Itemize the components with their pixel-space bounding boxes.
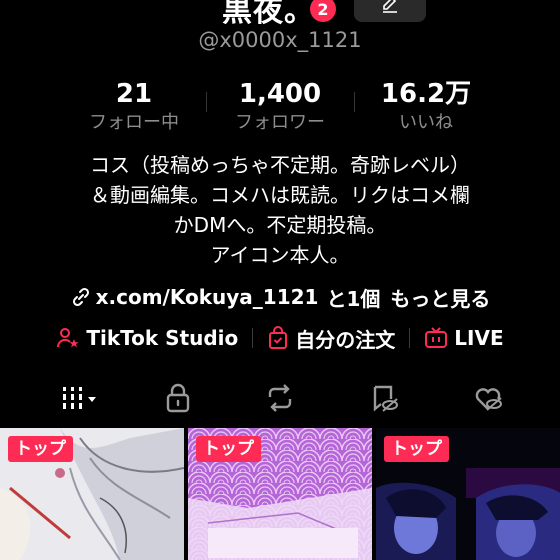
video-thumbnail[interactable]: トップ	[376, 428, 560, 560]
see-more-link[interactable]: もっと見る	[390, 283, 490, 312]
action-label: LIVE	[454, 326, 504, 350]
lock-icon	[166, 383, 190, 413]
display-name: 黒夜。	[222, 0, 315, 29]
bio-line: コス（投稿めっちゃ不定期。奇跡レベル）	[90, 153, 470, 177]
stat-value: 1,400	[238, 79, 322, 109]
stat-label: いいね	[399, 112, 453, 133]
stat-followers[interactable]: 1,400 フォロワー	[210, 78, 350, 136]
tiktok-studio-button[interactable]: TikTok Studio	[56, 326, 238, 350]
video-thumbnail[interactable]: トップ	[188, 428, 372, 560]
notification-badge[interactable]: 2	[310, 0, 336, 22]
bio-line: アイコン本人。	[210, 243, 350, 267]
profile-actions: TikTok Studio 自分の注文 LIVE	[0, 322, 560, 354]
video-thumbnail[interactable]: トップ	[0, 428, 184, 560]
stat-following[interactable]: 21 フォロー中	[64, 78, 204, 136]
tab-reposts[interactable]	[224, 378, 336, 418]
heart-eye-off-icon	[475, 388, 502, 411]
content-tabs	[0, 378, 560, 418]
link-icon	[72, 287, 89, 307]
divider	[409, 328, 411, 348]
top-badge: トップ	[8, 436, 73, 462]
tab-videos[interactable]	[24, 378, 136, 418]
tab-saved[interactable]	[328, 378, 440, 418]
tv-icon	[425, 327, 448, 348]
stat-label: フォロワー	[235, 112, 325, 133]
divider	[206, 92, 207, 112]
video-grid: トップ トップ トップ	[0, 428, 560, 560]
stat-value: 21	[115, 79, 153, 109]
repost-icon	[268, 384, 292, 412]
bio: コス（投稿めっちゃ不定期。奇跡レベル） ＆動画編集。コメハは既読。リクはコメ欄 …	[0, 150, 560, 270]
action-label: TikTok Studio	[86, 326, 239, 350]
divider	[354, 92, 355, 112]
pencil-icon	[383, 0, 397, 13]
my-orders-button[interactable]: 自分の注文	[267, 324, 395, 353]
stat-label: フォロー中	[89, 112, 179, 133]
top-badge: トップ	[384, 436, 449, 462]
action-label: 自分の注文	[295, 327, 396, 352]
link-extra: と1個	[326, 286, 381, 311]
stat-value: 16.2万	[380, 79, 472, 109]
bookmark-eye-off-icon	[373, 385, 398, 412]
live-button[interactable]: LIVE	[424, 326, 504, 350]
profile-header: 黒夜。 2	[0, 0, 560, 29]
profile-link[interactable]: x.com/Kokuya_1121 と1個 もっと見る	[0, 282, 560, 312]
shopping-bag-icon	[269, 326, 288, 349]
link-url[interactable]: x.com/Kokuya_1121	[96, 285, 319, 309]
tab-private[interactable]	[122, 378, 234, 418]
bio-line: ＆動画編集。コメハは既読。リクはコメ欄	[90, 183, 470, 207]
videos-grid-icon	[63, 387, 96, 409]
edit-profile-button[interactable]	[354, 0, 426, 22]
stat-likes[interactable]: 16.2万 いいね	[356, 78, 496, 136]
divider	[252, 328, 254, 348]
user-star-icon	[57, 328, 79, 348]
top-badge: トップ	[196, 436, 261, 462]
tab-liked[interactable]	[432, 378, 544, 418]
bio-line: かDMへ。不定期投稿。	[173, 213, 387, 237]
username[interactable]: @x0000x_1121	[0, 28, 560, 52]
profile-stats: 21 フォロー中 1,400 フォロワー 16.2万 いいね	[0, 78, 560, 138]
